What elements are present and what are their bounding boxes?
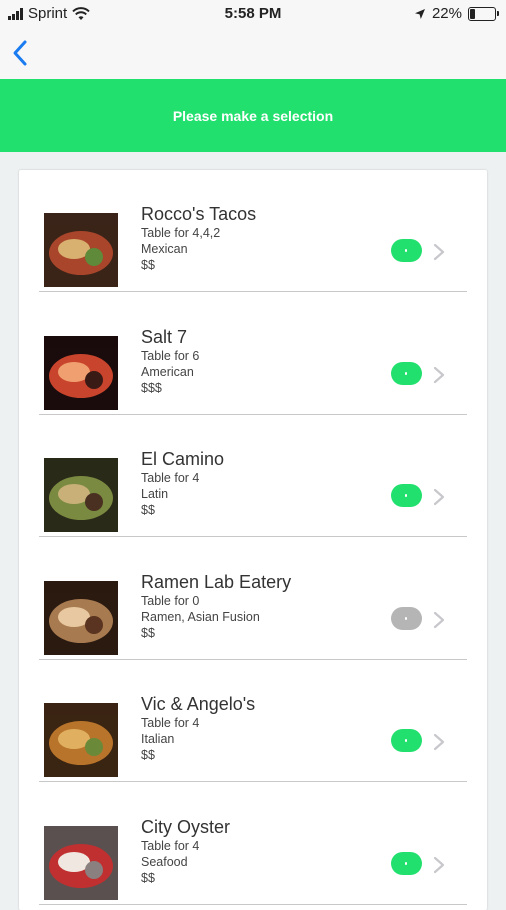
availability-toggle[interactable]	[391, 484, 422, 507]
restaurant-info: Rocco's Tacos Table for 4,4,2 Mexican $$	[141, 203, 256, 273]
restaurant-name: Rocco's Tacos	[141, 204, 257, 224]
table-size: Table for 0	[141, 593, 200, 608]
cuisine: Latin	[141, 487, 169, 501]
food-image	[44, 703, 118, 777]
price-level: $$	[141, 625, 155, 640]
food-image	[44, 213, 118, 287]
availability-toggle[interactable]	[391, 361, 422, 385]
restaurant-row-6[interactable]: City Oyster Table for 4 Seafood $$	[39, 783, 467, 905]
restaurant-info: El Camino Table for 4 Latin $$	[141, 448, 224, 518]
battery-level	[470, 8, 476, 19]
restaurant-photo	[44, 458, 118, 532]
chevron-right-icon	[433, 733, 445, 751]
food-image	[44, 580, 118, 655]
chevron-right-icon	[433, 366, 445, 383]
food-image	[44, 335, 118, 410]
restaurant-photo	[44, 213, 118, 287]
chevron-right-icon	[433, 488, 445, 506]
cuisine: Ramen, Asian Fusion	[141, 609, 260, 624]
navigation-bar	[0, 28, 506, 79]
availability-toggle[interactable]	[391, 729, 422, 752]
table-size: Table for 4,4,2	[141, 226, 221, 240]
selection-banner: Please make a selection	[0, 79, 506, 152]
price-level: $$	[141, 870, 155, 885]
availability-toggle[interactable]	[391, 851, 422, 875]
battery-percent: 22%	[431, 5, 462, 22]
banner-text: Please make a selection	[172, 107, 334, 124]
restaurant-info: Vic & Angelo's Table for 4 Italian $$	[141, 693, 255, 763]
restaurant-photo	[44, 825, 118, 900]
food-image	[44, 825, 118, 900]
chevron-left-icon	[13, 40, 27, 66]
restaurant-photo	[44, 580, 118, 655]
restaurant-photo	[44, 703, 118, 777]
cuisine: Mexican	[141, 242, 188, 256]
restaurant-list: Rocco's Tacos Table for 4,4,2 Mexican $$…	[19, 170, 487, 910]
status-bar: Sprint 5:58 PM 22%	[0, 0, 506, 28]
restaurant-name: Vic & Angelo's	[141, 694, 256, 714]
status-right: 22%	[414, 5, 499, 22]
location-arrow-icon	[414, 8, 425, 19]
chevron-right-icon	[433, 611, 445, 628]
restaurant-name: City Oyster	[141, 816, 231, 837]
restaurant-row-1[interactable]: Rocco's Tacos Table for 4,4,2 Mexican $$	[39, 170, 467, 292]
chevron-right-icon	[433, 243, 445, 261]
restaurant-name: Salt 7	[141, 326, 188, 347]
restaurant-row-5[interactable]: Vic & Angelo's Table for 4 Italian $$	[39, 660, 467, 782]
restaurant-name: Ramen Lab Eatery	[141, 571, 292, 592]
row-divider	[39, 903, 467, 905]
restaurant-photo	[44, 335, 118, 410]
table-size: Table for 4	[141, 838, 200, 853]
availability-toggle[interactable]	[391, 239, 422, 262]
food-image	[44, 458, 118, 532]
price-level: $$	[141, 748, 155, 762]
availability-toggle[interactable]	[391, 606, 422, 630]
chevron-right-icon	[433, 856, 445, 873]
table-size: Table for 4	[141, 471, 200, 485]
restaurant-name: El Camino	[141, 449, 225, 469]
restaurant-row-3[interactable]: El Camino Table for 4 Latin $$	[39, 415, 467, 537]
table-size: Table for 4	[141, 716, 200, 730]
cuisine: American	[141, 364, 194, 379]
restaurant-info: Salt 7 Table for 6 American $$$	[141, 326, 199, 396]
table-size: Table for 6	[141, 348, 200, 363]
restaurant-info: City Oyster Table for 4 Seafood $$	[141, 816, 230, 886]
cuisine: Italian	[141, 732, 175, 746]
battery-icon	[468, 6, 499, 21]
restaurant-row-4[interactable]: Ramen Lab Eatery Table for 0 Ramen, Asia…	[39, 538, 467, 660]
back-button[interactable]	[6, 36, 38, 70]
restaurant-row-2[interactable]: Salt 7 Table for 6 American $$$	[39, 293, 467, 415]
price-level: $$	[141, 503, 155, 517]
restaurant-info: Ramen Lab Eatery Table for 0 Ramen, Asia…	[141, 571, 291, 641]
price-level: $$	[141, 258, 155, 272]
cuisine: Seafood	[141, 854, 188, 869]
price-level: $$$	[141, 380, 162, 395]
